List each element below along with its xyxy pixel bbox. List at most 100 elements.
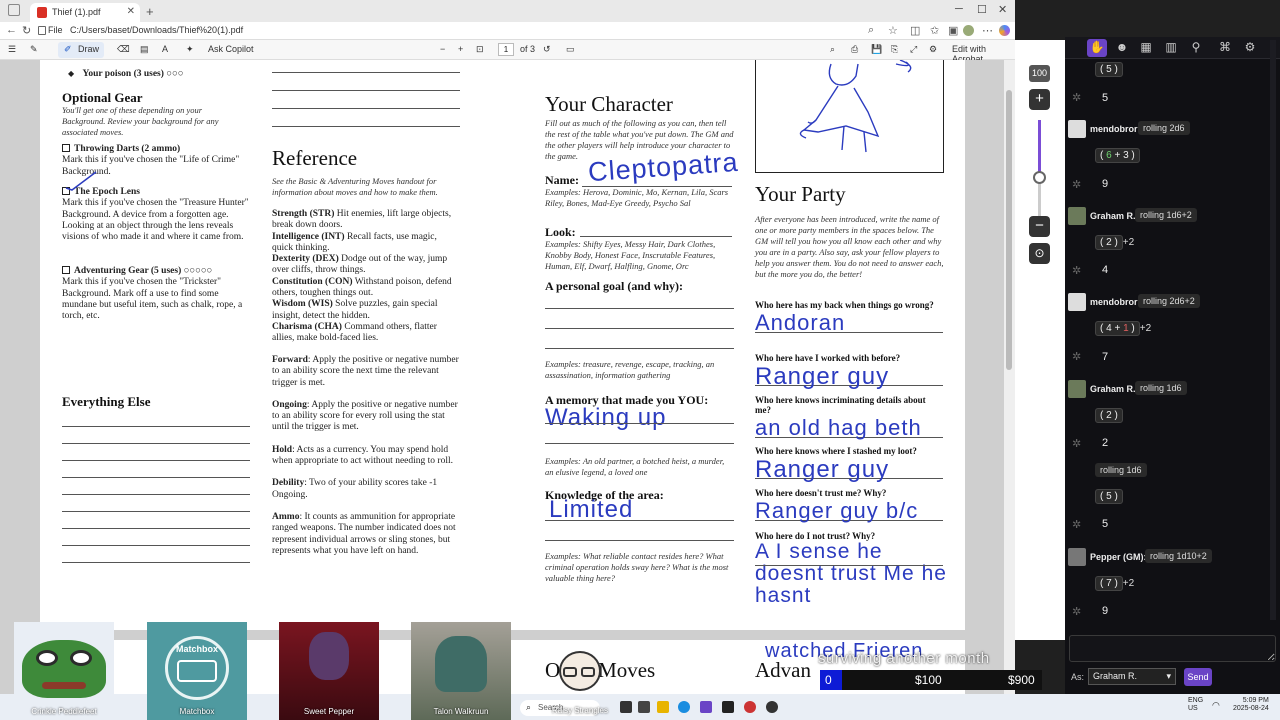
chat-gear-icon[interactable]: ✲ (1072, 264, 1081, 277)
tab-pdf[interactable]: Thief (1).pdf ✕ (30, 3, 140, 22)
webcam-label: Raisy Strangles (551, 706, 609, 715)
poison-bullet-icon: ◆ (68, 69, 75, 78)
dice-result: ( 2 ) (1095, 408, 1123, 423)
party-intro: After everyone has been introduced, writ… (755, 214, 944, 279)
dice-icon[interactable]: ✋ (1089, 40, 1105, 56)
party-question: Who here knows where I stashed my loot? … (755, 446, 950, 483)
two-page-icon[interactable]: ▭ (566, 44, 575, 55)
copilot-icon[interactable] (999, 25, 1010, 36)
page-view-icon[interactable]: ▤ (140, 44, 149, 55)
chat-input[interactable] (1069, 635, 1276, 662)
save-icon[interactable]: 💾 (871, 44, 882, 55)
edge-icon[interactable] (678, 701, 690, 713)
zoom-icon[interactable]: ⌕ (868, 24, 874, 37)
notes-lines[interactable] (272, 72, 460, 127)
eraser-icon[interactable]: ⌫ (117, 44, 130, 55)
zoom-in-icon[interactable]: + (458, 44, 463, 54)
settings-icon[interactable]: ⚙ (929, 44, 937, 55)
task-view-icon[interactable] (620, 701, 632, 713)
language-indicator[interactable]: ENG US (1188, 697, 1203, 713)
character-portrait (309, 632, 349, 680)
copilot-small-icon[interactable]: ✦ (186, 44, 194, 55)
save-as-icon[interactable]: ⎘ (891, 44, 898, 55)
term-item: Debility: Two of your ability scores tak… (272, 478, 438, 500)
library-icon[interactable]: ▥ (1163, 40, 1179, 56)
gear-desc: Mark this if you've chosen the "Trickste… (62, 277, 243, 322)
chat-scrollbar[interactable] (1270, 40, 1276, 620)
send-button[interactable]: Send (1184, 668, 1212, 686)
zoom-out-icon[interactable]: − (440, 44, 445, 54)
stat-item: Dexterity (DEX) Dodge out of the way, ju… (272, 254, 448, 276)
memory-lines[interactable] (545, 423, 734, 444)
ask-copilot-button[interactable]: Ask Copilot (208, 44, 254, 54)
chat-gear-icon[interactable]: ✲ (1072, 91, 1081, 104)
answer-handwriting: A I sense he doesnt trust Me he hasnt (755, 540, 947, 607)
close-window-icon[interactable]: ✕ (998, 3, 1007, 16)
gear-checkbox[interactable] (62, 144, 70, 152)
app-icon[interactable] (766, 701, 778, 713)
character-icon[interactable]: ☻ (1114, 40, 1130, 56)
contents-icon[interactable]: ☰ (8, 44, 16, 55)
split-screen-icon[interactable]: ◫ (910, 24, 920, 37)
zoom-out-button[interactable]: − (1029, 216, 1050, 237)
gear-checkbox[interactable] (62, 266, 70, 274)
highlight-icon[interactable]: ✎ (30, 44, 38, 55)
refresh-icon[interactable]: ↻ (22, 24, 31, 37)
party-question: Who here do I not trust? Why? A I sense … (755, 531, 960, 607)
chat-gear-icon[interactable]: ✲ (1072, 437, 1081, 450)
chat-gear-icon[interactable]: ✲ (1072, 350, 1081, 363)
widgets-icon[interactable] (638, 701, 650, 713)
dice-result: ( 2 ) +2 (1095, 235, 1134, 250)
as-label: As: (1071, 672, 1085, 682)
scrollbar-thumb[interactable] (1006, 90, 1012, 370)
answer-handwriting: Andoran (755, 310, 846, 335)
pdf-viewport[interactable]: ◆ Your poison (3 uses) ○○○ Optional Gear… (0, 60, 1015, 720)
obs-icon[interactable] (744, 701, 756, 713)
favorite-icon[interactable]: ☆ (888, 24, 898, 37)
journal-icon[interactable]: ▦ (1138, 40, 1154, 56)
print-icon[interactable]: ⎙ (851, 44, 858, 55)
favorites-icon[interactable]: ✩ (930, 24, 939, 37)
clock[interactable]: 5:09 PM 2025-08-24 (1233, 697, 1269, 713)
fit-page-icon[interactable]: ⊡ (476, 44, 484, 55)
chat-gear-icon[interactable]: ✲ (1072, 518, 1081, 531)
terminal-icon[interactable] (722, 701, 734, 713)
app-icon[interactable] (700, 701, 712, 713)
zoom-slider-knob[interactable] (1033, 171, 1046, 184)
chat-gear-icon[interactable]: ✲ (1072, 178, 1081, 191)
pdf-page: ◆ Your poison (3 uses) ○○○ Optional Gear… (40, 60, 965, 630)
portrait-drawing (799, 60, 912, 153)
back-icon[interactable]: ← (6, 24, 17, 36)
profile-avatar[interactable] (963, 25, 974, 36)
new-tab-icon[interactable]: + (146, 4, 154, 19)
file-explorer-icon[interactable] (657, 701, 669, 713)
tab-actions-icon[interactable] (8, 4, 20, 16)
knowledge-lines[interactable] (545, 520, 734, 541)
page-number-input[interactable]: 1 (498, 43, 514, 56)
gear-icon[interactable]: ⚙ (1242, 40, 1258, 56)
question-text: Who here doesn't trust me? Why? (755, 488, 887, 498)
url-input[interactable]: C:/Users/baset/Downloads/Thief%20(1).pdf (70, 25, 243, 35)
zoom-reset-button[interactable]: ⊙ (1029, 243, 1050, 264)
maximize-icon[interactable]: ☐ (977, 3, 987, 16)
roll-command: rolling 2d6+2 (1138, 294, 1200, 308)
goal-lines[interactable] (545, 308, 734, 349)
fullscreen-icon[interactable]: ⤢ (910, 44, 917, 55)
close-tab-icon[interactable]: ✕ (127, 6, 135, 17)
minimize-icon[interactable]: ─ (955, 3, 963, 15)
network-icon[interactable]: ⌘ (1217, 40, 1233, 56)
rotate-icon[interactable]: ↺ (543, 44, 551, 55)
look-field-line[interactable] (580, 236, 732, 237)
more-icon[interactable]: ⋯ (982, 24, 993, 37)
everything-else-lines[interactable] (62, 426, 250, 579)
collections-icon[interactable]: ▣ (948, 24, 958, 37)
search-icon[interactable]: ⌕ (830, 44, 835, 55)
chat-gear-icon[interactable]: ✲ (1072, 605, 1081, 618)
settings-sliders-icon[interactable]: ⚲ (1188, 40, 1204, 56)
optional-gear-title: Optional Gear (62, 90, 143, 105)
read-aloud-icon[interactable]: A (162, 44, 168, 54)
zoom-in-button[interactable]: + (1029, 89, 1050, 110)
as-character-select[interactable]: Graham R. ▾ (1088, 668, 1176, 685)
answer-line[interactable] (755, 565, 943, 566)
wifi-icon[interactable]: ◠ (1212, 700, 1220, 711)
